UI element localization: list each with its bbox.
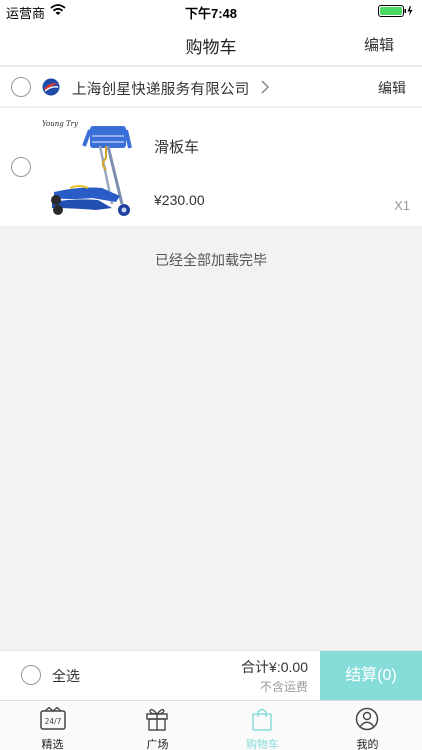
checkout-button[interactable]: 结算(0) [320, 651, 422, 701]
total-price: 合计¥:0.00 [241, 659, 308, 675]
gift-icon [145, 707, 169, 731]
product-price: ¥230.00 [154, 192, 205, 208]
status-time: 下午7:48 [184, 6, 238, 21]
product-image-caption: Young Try [42, 120, 79, 128]
shop-logo-icon [42, 78, 60, 96]
shopping-bag-icon [250, 707, 274, 731]
svg-text:24/7: 24/7 [45, 717, 62, 726]
tab-bar: 24/7 精选 广场 购物车 我的 [0, 700, 422, 750]
page-title: 购物车 [185, 38, 237, 57]
tab-label: 我的 [356, 739, 379, 750]
tab-label: 购物车 [246, 739, 279, 750]
shop-select-checkbox[interactable] [11, 77, 31, 97]
tab-plaza[interactable]: 广场 [105, 701, 210, 750]
tab-label: 广场 [146, 739, 169, 750]
tab-featured[interactable]: 24/7 精选 [0, 701, 105, 750]
product-quantity: X1 [394, 198, 410, 213]
chevron-right-icon[interactable] [260, 79, 270, 95]
cart-item[interactable]: Young Try 滑板车 ¥230.00 X1 [0, 108, 422, 226]
battery-icon [378, 5, 414, 20]
status-bar: 运营商 下午7:48 [0, 0, 422, 22]
tab-label: 精选 [41, 739, 64, 750]
shop-header: 上海创星快递服务有限公司 编辑 [0, 67, 422, 107]
shop-edit-button[interactable]: 编辑 [378, 78, 406, 98]
product-name[interactable]: 滑板车 [154, 136, 199, 157]
product-image[interactable]: Young Try [40, 116, 140, 220]
select-all-label[interactable]: 全选 [52, 666, 80, 686]
user-profile-icon [355, 707, 379, 731]
shipping-note: 不含运费 [259, 680, 308, 694]
select-all-checkbox[interactable] [21, 665, 41, 685]
edit-button[interactable]: 编辑 [364, 34, 394, 55]
tab-profile[interactable]: 我的 [315, 701, 420, 750]
checkout-bar: 全选 合计¥:0.00 不含运费 结算(0) [0, 650, 422, 701]
nav-bar: 购物车 编辑 [0, 22, 422, 66]
tab-cart[interactable]: 购物车 [210, 701, 315, 750]
list-end-message: 已经全部加载完毕 [155, 252, 267, 268]
item-select-checkbox[interactable] [11, 157, 31, 177]
shop-name[interactable]: 上海创星快递服务有限公司 [72, 78, 250, 99]
calendar-24-7-icon: 24/7 [40, 706, 66, 731]
